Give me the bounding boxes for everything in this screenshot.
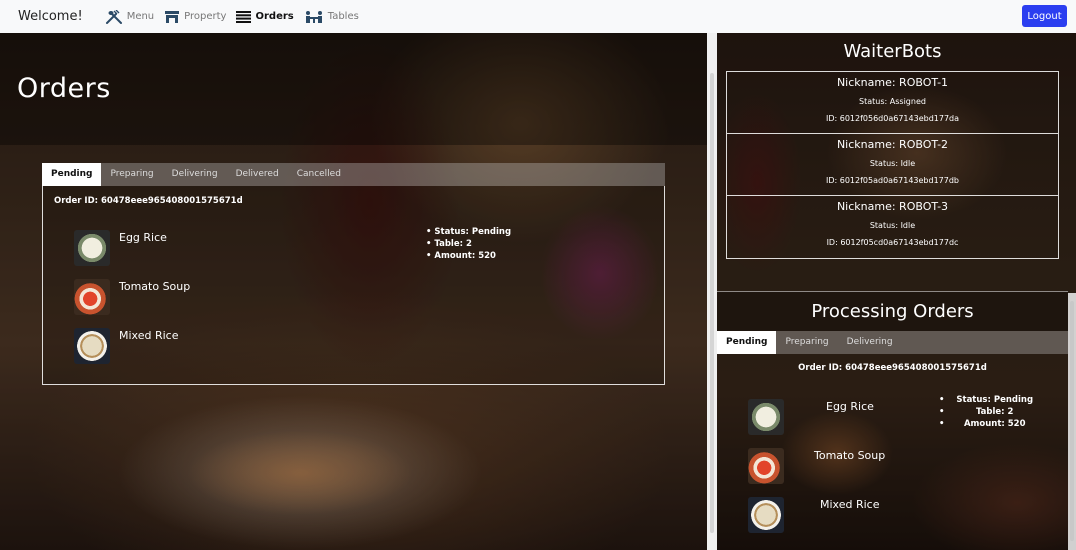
left-pane-scrollbar[interactable] [707,33,717,550]
orders-panel: Orders Pending Preparing Delivering Deli… [0,33,707,550]
robot-nickname: Nickname: ROBOT-2 [836,138,949,151]
mixed-rice-thumbnail [74,328,110,364]
order-amount: Amount: 520 [426,250,511,262]
order-id: Order ID: 60478eee965408001575671d [798,363,987,373]
orders-card: Pending Preparing Delivering Delivered C… [42,163,665,385]
nav-link-label: Property [184,11,227,22]
nav-link-orders[interactable]: Orders [236,10,294,23]
order-amount-row: • Amount: 520 [939,418,1039,430]
page-title: Orders [17,73,111,104]
robot-status: Status: Assigned [859,97,926,106]
processing-orders-title: Processing Orders [811,301,974,322]
tab-delivered[interactable]: Delivered [227,163,288,186]
robot-nickname: Nickname: ROBOT-1 [836,76,949,89]
waiterbots-list: Nickname: ROBOT-1 Status: Assigned ID: 6… [726,71,1059,259]
item-name: Egg Rice [826,400,874,413]
robot-card[interactable]: Nickname: ROBOT-2 Status: Idle ID: 6012f… [727,134,1058,196]
mixed-rice-thumbnail [748,497,784,533]
tab-delivering[interactable]: Delivering [163,163,227,186]
tomato-soup-thumbnail [748,448,784,484]
top-navbar: Welcome! Menu Property Orders Tables Log… [0,0,1076,33]
order-id: Order ID: 60478eee965408001575671d [54,196,243,206]
table-icon [305,10,322,23]
order-status-row: • Status: Pending [939,394,1039,406]
tab-pending[interactable]: Pending [717,331,777,354]
item-name: Egg Rice [119,231,167,244]
item-name: Mixed Rice [119,329,179,342]
egg-rice-thumbnail [748,399,784,435]
nav-link-property[interactable]: Property [164,10,226,24]
list-icon [236,10,252,23]
order-summary: • Status: Pending • Table: 2 • Amount: 520 [939,394,1039,430]
egg-rice-thumbnail [74,230,110,266]
robot-id: ID: 6012f05ad0a67143ebd177db [825,176,960,185]
tab-preparing[interactable]: Preparing [776,331,837,354]
order-table-row: • Table: 2 [939,406,1039,418]
waiterbots-title: WaiterBots [843,41,942,62]
robot-id: ID: 6012f056d0a67143ebd177da [825,114,960,123]
robot-id: ID: 6012f05cd0a67143ebd177dc [826,238,959,247]
item-name: Tomato Soup [814,449,886,462]
order-status: Status: Pending [956,395,1034,405]
tab-pending[interactable]: Pending [42,163,102,186]
order-status-tabs: Pending Preparing Delivering Delivered C… [42,163,665,186]
robot-status: Status: Idle [869,159,916,168]
tab-cancelled[interactable]: Cancelled [288,163,350,186]
nav-link-label: Menu [126,11,155,22]
tab-preparing[interactable]: Preparing [101,163,162,186]
item-name: Tomato Soup [119,280,191,293]
brand-text[interactable]: Welcome! [18,9,83,24]
order-amount: Amount: 520 [963,419,1026,429]
order-summary: Status: Pending Table: 2 Amount: 520 [426,226,511,262]
order-item: Mixed Rice [74,328,178,364]
robot-status: Status: Idle [869,221,916,230]
store-icon [165,10,180,23]
processing-status-tabs: Pending Preparing Delivering [717,331,1068,354]
logout-button[interactable]: Logout [1022,5,1067,27]
tomato-soup-thumbnail [74,279,110,315]
scrollbar-thumb[interactable] [1070,301,1074,541]
robot-card[interactable]: Nickname: ROBOT-1 Status: Assigned ID: 6… [727,72,1058,134]
robot-nickname: Nickname: ROBOT-3 [836,200,949,213]
order-table: Table: 2 [426,238,511,250]
order-details: Order ID: 60478eee965408001575671d Egg R… [42,186,665,385]
item-name: Mixed Rice [820,498,880,511]
order-item: Egg Rice [74,230,167,266]
utensils-icon [105,9,122,24]
tab-delivering[interactable]: Delivering [838,331,902,354]
order-status: Status: Pending [426,226,511,238]
scrollbar-thumb[interactable] [710,73,714,533]
order-item: Egg Rice [748,399,874,435]
processing-order-details: Order ID: 60478eee965408001575671d Egg R… [717,354,1068,550]
order-table: Table: 2 [975,407,1014,417]
nav-link-label: Orders [255,11,294,22]
nav-link-tables[interactable]: Tables [304,10,359,24]
nav-link-label: Tables [327,11,359,22]
order-item: Tomato Soup [74,279,190,315]
side-panel-scrollbar[interactable] [1068,293,1076,550]
robot-card[interactable]: Nickname: ROBOT-3 Status: Idle ID: 6012f… [727,196,1058,258]
order-item: Mixed Rice [748,497,879,533]
order-item: Tomato Soup [748,448,885,484]
nav-link-menu[interactable]: Menu [105,9,155,24]
side-panel: WaiterBots Nickname: ROBOT-1 Status: Ass… [717,33,1076,550]
